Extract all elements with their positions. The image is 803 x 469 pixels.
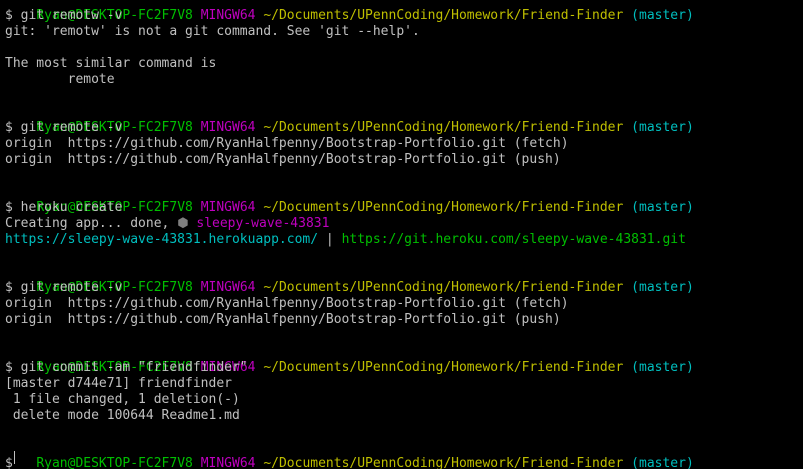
prompt-branch: (master): [631, 280, 694, 295]
output-line: remote: [5, 72, 115, 87]
creating-text: Creating app... done,: [5, 216, 178, 231]
prompt-line: Ryan@DESKTOP-FC2F7V8 MINGW64 ~/Documents…: [5, 104, 693, 135]
command-line: $ git commit -am "friendfinder": [5, 360, 248, 376]
prompt-branch: (master): [631, 120, 694, 135]
prompt-path: ~/Documents/UPennCoding/Homework/Friend-…: [263, 280, 624, 295]
command-line: $ git remote -v: [5, 120, 122, 136]
prompt-sign: $: [5, 456, 13, 469]
prompt-branch: (master): [631, 456, 694, 469]
prompt-branch: (master): [631, 8, 694, 23]
prompt-system: MINGW64: [200, 456, 256, 469]
prompt-line: Ryan@DESKTOP-FC2F7V8 MINGW64 ~/Documents…: [5, 440, 693, 469]
prompt-sign: $: [5, 360, 13, 375]
prompt-sign: $: [5, 280, 13, 295]
output-line: origin https://github.com/RyanHalfpenny/…: [5, 136, 569, 151]
command-line: $ git remotw -v: [5, 8, 122, 24]
output-line: origin https://github.com/RyanHalfpenny/…: [5, 312, 561, 327]
text-cursor: [14, 451, 15, 464]
app-git-url[interactable]: https://git.heroku.com/sleepy-wave-43831…: [342, 232, 686, 247]
prompt-system: MINGW64: [200, 120, 256, 135]
url-separator: |: [318, 232, 342, 247]
prompt-line: Ryan@DESKTOP-FC2F7V8 MINGW64 ~/Documents…: [5, 264, 693, 295]
terminal-window[interactable]: Ryan@DESKTOP-FC2F7V8 MINGW64 ~/Documents…: [0, 0, 803, 469]
output-line: git: 'remotw' is not a git command. See …: [5, 24, 420, 39]
command-text: git remote -v: [20, 120, 123, 135]
command-input-line[interactable]: $: [5, 456, 13, 469]
command-line: $ heroku create: [5, 200, 122, 216]
output-line: Creating app... done, ⬢ sleepy-wave-4383…: [5, 216, 329, 232]
prompt-sign: $: [5, 120, 13, 135]
output-line: delete mode 100644 Readme1.md: [5, 408, 240, 423]
prompt-sign: $: [5, 8, 13, 23]
command-text: git commit -am "friendfinder": [20, 360, 248, 375]
prompt-line: Ryan@DESKTOP-FC2F7V8 MINGW64 ~/Documents…: [5, 344, 693, 375]
prompt-path: ~/Documents/UPennCoding/Homework/Friend-…: [263, 120, 624, 135]
heroku-hexagon-icon: ⬢: [177, 216, 189, 231]
output-line: origin https://github.com/RyanHalfpenny/…: [5, 152, 561, 167]
app-web-url[interactable]: https://sleepy-wave-43831.herokuapp.com/: [5, 232, 318, 247]
prompt-sign: $: [5, 200, 13, 215]
prompt-line: Ryan@DESKTOP-FC2F7V8 MINGW64 ~/Documents…: [5, 184, 693, 215]
prompt-line: Ryan@DESKTOP-FC2F7V8 MINGW64 ~/Documents…: [5, 0, 693, 23]
output-line: The most similar command is: [5, 56, 217, 71]
prompt-path: ~/Documents/UPennCoding/Homework/Friend-…: [263, 8, 624, 23]
prompt-path: ~/Documents/UPennCoding/Homework/Friend-…: [263, 360, 624, 375]
command-text: heroku create: [20, 200, 123, 215]
prompt-user-host: Ryan@DESKTOP-FC2F7V8: [36, 456, 193, 469]
prompt-branch: (master): [631, 200, 694, 215]
command-line: $ git remote -v: [5, 280, 122, 296]
prompt-system: MINGW64: [200, 280, 256, 295]
prompt-branch: (master): [631, 360, 694, 375]
prompt-system: MINGW64: [200, 8, 256, 23]
prompt-path: ~/Documents/UPennCoding/Homework/Friend-…: [263, 200, 624, 215]
output-line: https://sleepy-wave-43831.herokuapp.com/…: [5, 232, 686, 248]
command-text: git remotw -v: [20, 8, 123, 23]
output-line: origin https://github.com/RyanHalfpenny/…: [5, 296, 569, 311]
output-line: [master d744e71] friendfinder: [5, 376, 232, 391]
app-name: sleepy-wave-43831: [188, 216, 330, 231]
prompt-system: MINGW64: [200, 200, 256, 215]
prompt-path: ~/Documents/UPennCoding/Homework/Friend-…: [263, 456, 624, 469]
output-line: 1 file changed, 1 deletion(-): [5, 392, 240, 407]
command-text: git remote -v: [20, 280, 123, 295]
